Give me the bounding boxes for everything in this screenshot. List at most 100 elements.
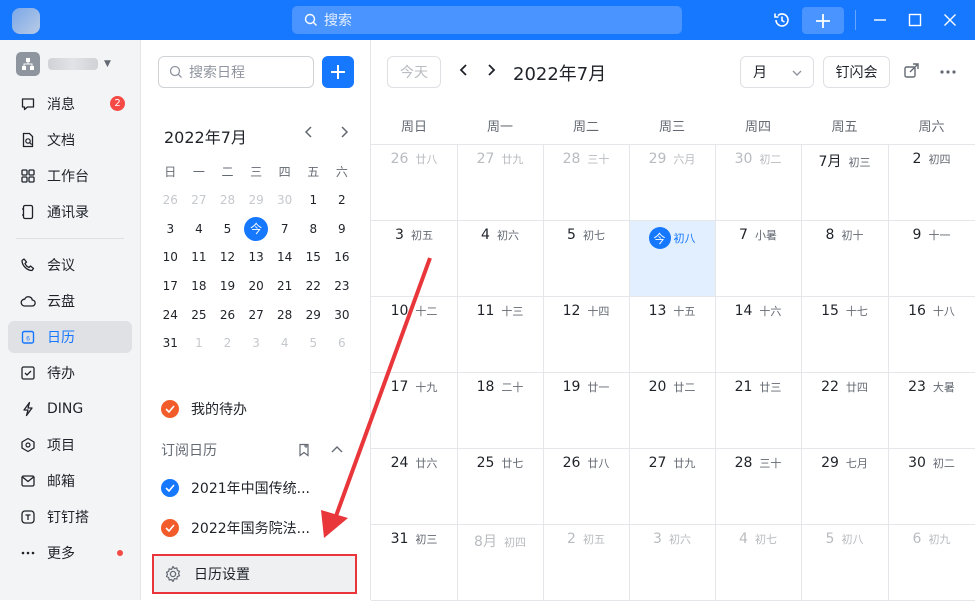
mini-day-other-month[interactable]: 27	[185, 186, 214, 215]
day-cell[interactable]: 11 十三	[457, 296, 543, 372]
mini-day[interactable]: 12	[213, 243, 242, 272]
mini-day[interactable]: 3	[156, 214, 185, 243]
day-cell[interactable]: 5 初七	[543, 220, 629, 296]
day-cell[interactable]: 30 初二	[715, 144, 801, 220]
mini-day-other-month[interactable]: 6	[328, 329, 357, 358]
day-cell[interactable]: 27 廿九	[457, 144, 543, 220]
day-cell[interactable]: 27 廿九	[629, 448, 715, 524]
mini-day[interactable]: 28	[270, 300, 299, 329]
mini-day[interactable]: 24	[156, 300, 185, 329]
mini-day[interactable]: 27	[242, 300, 271, 329]
mini-day[interactable]: 17	[156, 272, 185, 301]
mini-day[interactable]: 5	[213, 214, 242, 243]
checkbox-checked-icon[interactable]	[161, 519, 179, 537]
day-cell[interactable]: 3 初六	[629, 524, 715, 600]
day-cell[interactable]: 28 三十	[715, 448, 801, 524]
subscription-item[interactable]: 2021年中国传统...	[161, 478, 310, 498]
mini-day-other-month[interactable]: 30	[270, 186, 299, 215]
day-cell[interactable]: 29 六月	[629, 144, 715, 220]
day-cell[interactable]: 21 廿三	[715, 372, 801, 448]
more-options-button[interactable]	[939, 64, 957, 83]
calendar-settings-button[interactable]: 日历设置	[152, 554, 357, 594]
close-button[interactable]	[940, 7, 960, 33]
mini-day[interactable]: 18	[185, 272, 214, 301]
view-select[interactable]: 月	[740, 56, 814, 88]
day-cell[interactable]: 2 初五	[543, 524, 629, 600]
mini-day-other-month[interactable]: 1	[185, 329, 214, 358]
day-cell[interactable]: 3 初五	[371, 220, 457, 296]
mini-day[interactable]: 21	[270, 272, 299, 301]
day-cell[interactable]: 6 初九	[888, 524, 975, 600]
flash-meeting-button[interactable]: 钉闪会	[823, 56, 890, 88]
day-cell[interactable]: 26 廿八	[543, 448, 629, 524]
day-cell[interactable]: 16 十八	[888, 296, 975, 372]
sidebar-item[interactable]: 工作台	[8, 160, 132, 192]
org-switcher[interactable]: ▼	[16, 52, 111, 76]
day-cell[interactable]: 9 十一	[888, 220, 975, 296]
mini-day[interactable]: 2	[328, 186, 357, 215]
day-cell[interactable]: 4 初七	[715, 524, 801, 600]
sidebar-item[interactable]: 钉钉搭	[8, 501, 132, 533]
history-button[interactable]	[770, 7, 794, 33]
sidebar-item[interactable]: 项目	[8, 429, 132, 461]
day-cell[interactable]: 22 廿四	[801, 372, 888, 448]
day-cell-today[interactable]: 今初八	[629, 220, 715, 296]
minimize-button[interactable]	[870, 7, 890, 33]
checkbox-checked-icon[interactable]	[161, 479, 179, 497]
day-cell[interactable]: 31 初三	[371, 524, 457, 600]
day-cell[interactable]: 13 十五	[629, 296, 715, 372]
day-cell[interactable]: 30 初二	[888, 448, 975, 524]
mini-day[interactable]: 14	[270, 243, 299, 272]
mini-day[interactable]: 22	[299, 272, 328, 301]
mini-day-other-month[interactable]: 29	[242, 186, 271, 215]
day-cell[interactable]: 17 十九	[371, 372, 457, 448]
sidebar-item[interactable]: 云盘	[8, 285, 132, 317]
share-calendar-button[interactable]	[903, 62, 921, 84]
mini-day[interactable]: 25	[185, 300, 214, 329]
mini-day[interactable]: 4	[185, 214, 214, 243]
sidebar-item[interactable]: 文档	[8, 124, 132, 156]
sidebar-item[interactable]: 会议	[8, 249, 132, 281]
sidebar-item[interactable]: 邮箱	[8, 465, 132, 497]
day-cell[interactable]: 25 廿七	[457, 448, 543, 524]
day-cell[interactable]: 5 初八	[801, 524, 888, 600]
day-cell[interactable]: 14 十六	[715, 296, 801, 372]
mini-day-today[interactable]: 今	[242, 214, 271, 243]
sidebar-item[interactable]: DING	[8, 393, 132, 425]
mini-day[interactable]: 1	[299, 186, 328, 215]
day-cell[interactable]: 18 二十	[457, 372, 543, 448]
mini-day[interactable]: 11	[185, 243, 214, 272]
mini-day-other-month[interactable]: 2	[213, 329, 242, 358]
mini-day-other-month[interactable]: 5	[299, 329, 328, 358]
mini-prev-button[interactable]	[303, 124, 315, 143]
mini-day[interactable]: 15	[299, 243, 328, 272]
mini-day[interactable]: 23	[328, 272, 357, 301]
maximize-button[interactable]	[905, 7, 925, 33]
day-cell[interactable]: 10 十二	[371, 296, 457, 372]
subscribe-calendar-button[interactable]	[297, 442, 311, 461]
collapse-subscribed-button[interactable]	[330, 442, 344, 461]
sidebar-item[interactable]: 待办	[8, 357, 132, 389]
mini-day[interactable]: 30	[328, 300, 357, 329]
day-cell[interactable]: 23 大暑	[888, 372, 975, 448]
sidebar-item[interactable]: 通讯录	[8, 196, 132, 228]
day-cell[interactable]: 28 三十	[543, 144, 629, 220]
mini-day[interactable]: 31	[156, 329, 185, 358]
day-cell[interactable]: 29 七月	[801, 448, 888, 524]
my-todo-item[interactable]: 我的待办	[161, 399, 247, 419]
day-cell[interactable]: 12 十四	[543, 296, 629, 372]
today-button[interactable]: 今天	[387, 56, 441, 88]
schedule-search-input[interactable]: 搜索日程	[158, 56, 314, 88]
day-cell[interactable]: 4 初六	[457, 220, 543, 296]
day-cell[interactable]: 8 初十	[801, 220, 888, 296]
mini-day-other-month[interactable]: 4	[270, 329, 299, 358]
mini-next-button[interactable]	[338, 124, 350, 143]
prev-month-button[interactable]	[458, 62, 470, 82]
mini-day[interactable]: 19	[213, 272, 242, 301]
checkbox-checked-icon[interactable]	[161, 400, 179, 418]
create-button[interactable]	[802, 7, 844, 34]
mini-day[interactable]: 13	[242, 243, 271, 272]
mini-day-other-month[interactable]: 26	[156, 186, 185, 215]
add-event-button[interactable]	[322, 56, 354, 88]
day-cell[interactable]: 24 廿六	[371, 448, 457, 524]
